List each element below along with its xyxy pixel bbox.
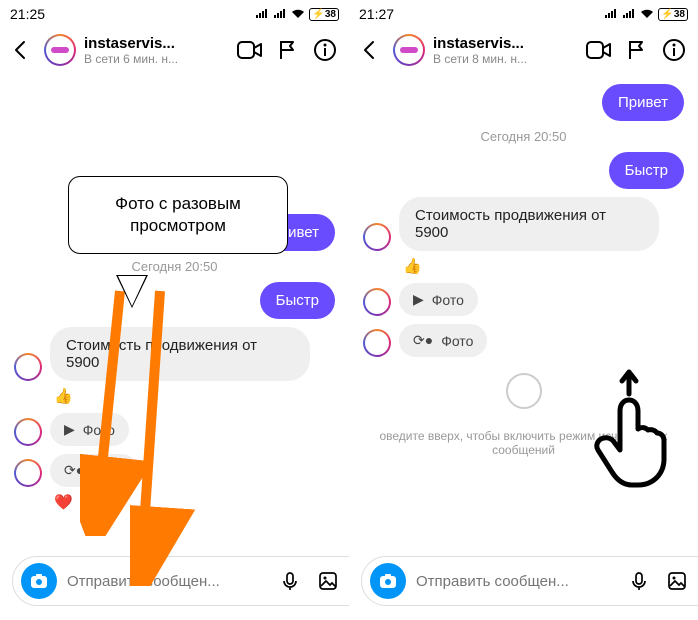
swipe-up-gesture-icon xyxy=(584,366,674,501)
chat-presence: В сети 8 мин. н... xyxy=(433,52,578,66)
message-out[interactable]: Быстр xyxy=(363,152,684,189)
signal-icon-2 xyxy=(622,9,636,19)
photo-label: Фото xyxy=(441,333,473,349)
photo-message-1[interactable]: ▶ Фото xyxy=(363,283,684,316)
signal-icon-2 xyxy=(273,9,287,19)
compose-pill[interactable] xyxy=(361,556,698,606)
arrow-annotation-2 xyxy=(130,286,250,586)
chat-presence: В сети 6 мин. н... xyxy=(84,52,229,66)
replay-icon: ⟳● xyxy=(413,332,433,349)
video-call-icon[interactable] xyxy=(237,39,263,61)
sender-avatar xyxy=(14,418,42,446)
message-out[interactable]: Привет xyxy=(363,84,684,121)
date-separator: Сегодня 20:50 xyxy=(363,129,684,144)
avatar[interactable] xyxy=(44,34,76,66)
flag-icon[interactable] xyxy=(626,39,648,61)
sender-avatar xyxy=(363,329,391,357)
flag-icon[interactable] xyxy=(277,39,299,61)
photo-message-2[interactable]: ⟳● Фото xyxy=(363,324,684,357)
camera-button[interactable] xyxy=(21,563,57,599)
battery-indicator: ⚡38 xyxy=(309,8,339,21)
chat-header: instaservis... В сети 8 мин. н... xyxy=(349,28,698,76)
status-time: 21:25 xyxy=(10,6,45,22)
bubble-fast: Быстр xyxy=(609,152,684,189)
reaction-thumbs-up[interactable]: 👍 xyxy=(403,257,684,275)
messages-area[interactable]: Фото с разовым просмотром Привет Сегодня… xyxy=(0,76,349,546)
gallery-icon[interactable] xyxy=(663,567,691,595)
message-input[interactable] xyxy=(416,573,615,590)
sender-avatar xyxy=(14,353,42,381)
avatar[interactable] xyxy=(393,34,425,66)
composer xyxy=(349,546,698,620)
chat-username: instaservis... xyxy=(433,35,578,52)
signal-icon xyxy=(255,9,269,19)
chat-title-block[interactable]: instaservis... В сети 6 мин. н... xyxy=(84,35,229,66)
photo-label: Фото xyxy=(432,292,464,308)
phone-right: 21:27 ⚡38 instaservis... В сети 8 мин. н… xyxy=(349,0,698,620)
chat-username: instaservis... xyxy=(84,35,229,52)
play-icon: ▶ xyxy=(413,291,424,308)
mic-icon[interactable] xyxy=(625,567,653,595)
wifi-icon xyxy=(291,9,305,19)
status-time: 21:27 xyxy=(359,6,394,22)
battery-indicator: ⚡38 xyxy=(658,8,688,21)
signal-icon xyxy=(604,9,618,19)
back-button[interactable] xyxy=(357,36,385,64)
sender-avatar xyxy=(14,459,42,487)
phone-left: 21:25 ⚡38 instaservis... В сети 6 мин. н… xyxy=(0,0,349,620)
message-in[interactable]: Стоимость продвижения от 5900 xyxy=(363,197,684,251)
bubble-hello: Привет xyxy=(602,84,684,121)
status-bar: 21:25 ⚡38 xyxy=(0,0,349,28)
info-icon[interactable] xyxy=(313,38,337,62)
wifi-icon xyxy=(640,9,654,19)
bubble-price: Стоимость продвижения от 5900 xyxy=(399,197,659,251)
tooltip-callout: Фото с разовым просмотром xyxy=(68,176,288,254)
back-button[interactable] xyxy=(8,36,36,64)
chat-title-block[interactable]: instaservis... В сети 8 мин. н... xyxy=(433,35,578,66)
messages-area[interactable]: Привет Сегодня 20:50 Быстр Стоимость про… xyxy=(349,76,698,546)
play-icon: ▶ xyxy=(64,421,75,438)
sender-avatar xyxy=(363,288,391,316)
mic-icon[interactable] xyxy=(276,567,304,595)
bubble-fast: Быстр xyxy=(260,282,335,319)
gallery-icon[interactable] xyxy=(314,567,342,595)
chat-header: instaservis... В сети 6 мин. н... xyxy=(0,28,349,76)
video-call-icon[interactable] xyxy=(586,39,612,61)
date-separator: Сегодня 20:50 xyxy=(14,259,335,274)
camera-button[interactable] xyxy=(370,563,406,599)
status-bar: 21:27 ⚡38 xyxy=(349,0,698,28)
info-icon[interactable] xyxy=(662,38,686,62)
sender-avatar xyxy=(363,223,391,251)
